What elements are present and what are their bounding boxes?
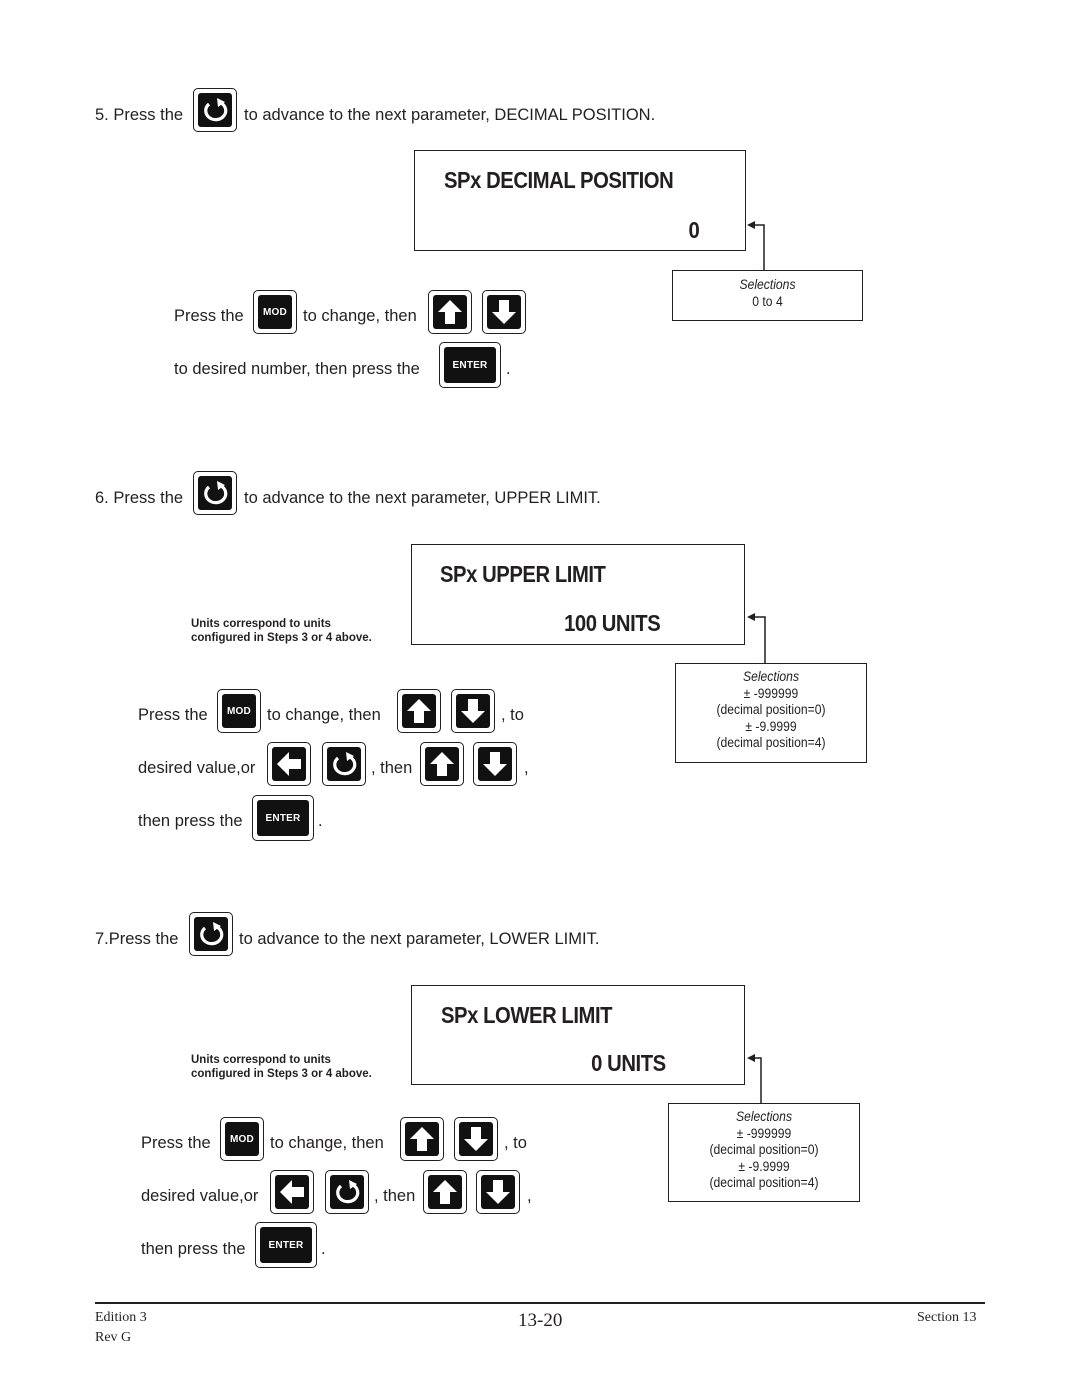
mod-key-label: MOD [227, 705, 251, 717]
instr-text: desired value,or [138, 759, 256, 777]
note-line: Units correspond to units [191, 618, 331, 630]
selections-heading: Selections [735, 1109, 793, 1124]
advance-key-button[interactable] [189, 912, 233, 956]
selections-box-lower: Selections ± -999999 (decimal position=0… [668, 1103, 860, 1202]
down-key-button[interactable] [454, 1117, 498, 1161]
note-line: configured in Steps 3 or 4 above. [191, 1068, 372, 1080]
enter-key-button[interactable]: ENTER [255, 1222, 317, 1268]
instr-text: , then [371, 759, 413, 777]
mod-key-button[interactable]: MOD [220, 1117, 264, 1161]
instr-text: then press the [138, 812, 243, 830]
up-key-button[interactable] [397, 689, 441, 733]
advance-key-button[interactable] [325, 1170, 369, 1214]
instr-text: Press the [141, 1134, 211, 1152]
selections-line: (decimal position=0) [709, 1142, 819, 1157]
instr-text: , [524, 759, 529, 777]
left-key-button[interactable] [267, 742, 311, 786]
instr-text: to change, then [267, 706, 381, 724]
instr-text: . [321, 1240, 326, 1258]
selections-box-upper: Selections ± -999999 (decimal position=0… [675, 663, 867, 763]
selections-line: ± -9.9999 [738, 1158, 790, 1174]
upper-limit-display: SPx UPPER LIMIT 100 UNITS [411, 544, 745, 645]
step6-lead-text: 6. Press the [95, 489, 184, 507]
step6-trail-text: to advance to the next parameter, UPPER … [244, 489, 601, 507]
enter-key-label: ENTER [268, 1239, 304, 1251]
up-arrow-icon [435, 297, 465, 327]
units-note: Units correspond to units configured in … [191, 617, 372, 645]
down-arrow-icon [483, 1177, 513, 1207]
page-number: 13-20 [518, 1310, 563, 1331]
lower-limit-display: SPx LOWER LIMIT 0 UNITS [411, 985, 745, 1085]
instr-text: Press the [174, 307, 244, 325]
up-key-button[interactable] [428, 290, 472, 334]
selections-heading: Selections [742, 669, 800, 684]
down-key-button[interactable] [482, 290, 526, 334]
footer-section: Section 13 [917, 1310, 977, 1325]
enter-key-button[interactable]: ENTER [439, 342, 501, 388]
selections-line: ± -999999 [743, 685, 799, 701]
instr-text: then press the [141, 1240, 246, 1258]
left-arrow-icon [277, 1177, 307, 1207]
enter-key-button[interactable]: ENTER [252, 795, 314, 841]
down-key-button[interactable] [451, 689, 495, 733]
mod-key-label: MOD [230, 1133, 254, 1145]
up-arrow-icon [407, 1124, 437, 1154]
instr-text: to change, then [270, 1134, 384, 1152]
instr-text: to change, then [303, 307, 417, 325]
note-line: configured in Steps 3 or 4 above. [191, 632, 372, 644]
down-key-button[interactable] [473, 742, 517, 786]
display-title: SPx UPPER LIMIT [440, 561, 606, 587]
down-arrow-icon [461, 1124, 491, 1154]
enter-key-label: ENTER [452, 359, 488, 371]
display-title: SPx LOWER LIMIT [441, 1002, 613, 1028]
selections-line: (decimal position=0) [716, 702, 826, 717]
footer-rev: Rev G [95, 1330, 132, 1345]
advance-key-button[interactable] [193, 471, 237, 515]
up-arrow-icon [430, 1177, 460, 1207]
instr-text: to desired number, then press the [174, 360, 420, 378]
left-key-button[interactable] [270, 1170, 314, 1214]
down-arrow-icon [480, 749, 510, 779]
up-arrow-icon [404, 696, 434, 726]
instr-text: , to [504, 1134, 527, 1152]
note-line: Units correspond to units [191, 1054, 331, 1066]
step7-trail-text: to advance to the next parameter, LOWER … [239, 930, 600, 948]
instr-text: Press the [138, 706, 208, 724]
footer-edition: Edition 3 [95, 1310, 147, 1325]
down-arrow-icon [458, 696, 488, 726]
selections-line: (decimal position=4) [709, 1175, 819, 1190]
down-arrow-icon [489, 297, 519, 327]
instr-text: . [506, 360, 511, 378]
footer-divider [95, 1302, 985, 1304]
circular-arrow-icon [200, 478, 230, 508]
mod-key-button[interactable]: MOD [253, 290, 297, 334]
mod-key-button[interactable]: MOD [217, 689, 261, 733]
mod-key-label: MOD [263, 306, 287, 318]
up-key-button[interactable] [423, 1170, 467, 1214]
up-key-button[interactable] [400, 1117, 444, 1161]
down-key-button[interactable] [476, 1170, 520, 1214]
instr-text: desired value,or [141, 1187, 259, 1205]
display-value: 0 UNITS [591, 1050, 666, 1076]
units-note: Units correspond to units configured in … [191, 1053, 372, 1081]
up-arrow-icon [427, 749, 457, 779]
selections-line: (decimal position=4) [716, 735, 826, 750]
circular-arrow-icon [332, 1177, 362, 1207]
enter-key-label: ENTER [265, 812, 301, 824]
instr-text: , [527, 1187, 532, 1205]
left-arrow-icon [274, 749, 304, 779]
selections-line: ± -9.9999 [745, 718, 797, 734]
instr-text: , then [374, 1187, 416, 1205]
circular-arrow-icon [196, 919, 226, 949]
instr-text: , to [501, 706, 524, 724]
advance-key-button[interactable] [322, 742, 366, 786]
selections-line: ± -999999 [736, 1125, 792, 1141]
step7-lead-text: 7.Press the [95, 930, 179, 948]
instr-text: . [318, 812, 323, 830]
display-value: 100 UNITS [563, 610, 661, 636]
circular-arrow-icon [329, 749, 359, 779]
up-key-button[interactable] [420, 742, 464, 786]
